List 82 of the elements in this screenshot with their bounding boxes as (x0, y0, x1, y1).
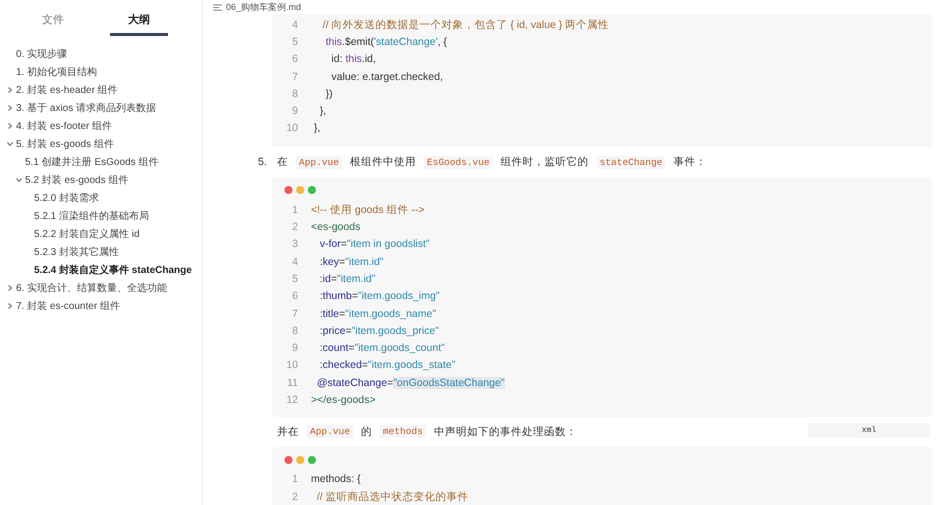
line-number: 9 (291, 105, 298, 118)
outline-item[interactable]: 5. 封装 es-goods 组件 (16, 137, 114, 151)
outline-item[interactable]: 3. 基于 axios 请求商品列表数据 (16, 101, 156, 115)
code-line: :thumb="item.goods_img" (318, 290, 440, 302)
code-line: }, (312, 122, 320, 134)
outline-item[interactable]: 5.2 封装 es-goods 组件 (25, 173, 128, 187)
chevron-icon[interactable] (6, 104, 14, 112)
paragraph-text: 中声明如下的事件处理函数： (434, 424, 577, 439)
paragraph-text: 根组件中使用 (350, 155, 416, 170)
sidebar-tab[interactable]: 大纲 (110, 10, 168, 36)
line-number: 5 (291, 272, 298, 285)
paragraph-text: 在 (277, 155, 288, 170)
chevron-icon[interactable] (6, 122, 14, 130)
inline-code: EsGoods.vue (424, 156, 493, 169)
line-number: 2 (291, 221, 298, 234)
outline-item[interactable]: 4. 封装 es-footer 组件 (16, 119, 112, 133)
outline-item[interactable]: 2. 封装 es-header 组件 (16, 83, 118, 97)
outline-item[interactable]: 1. 初始化项目结构 (16, 65, 98, 79)
code-line: :id="item.id" (318, 272, 376, 285)
code-line: :count="item.goods_count" (318, 342, 445, 354)
code-line: // 监听商品选中状态变化的事件 (316, 490, 469, 504)
paragraph-text: 并在 (277, 424, 299, 439)
line-number: 10 (285, 359, 298, 372)
code-line: }) (324, 88, 333, 100)
line-number: 6 (291, 290, 298, 302)
line-number: 4 (291, 18, 298, 31)
code-line: value: e.target.checked, (330, 70, 443, 83)
line-number: 8 (291, 88, 298, 100)
line-number: 10 (285, 122, 298, 134)
code-line: :title="item.goods_name" (318, 308, 436, 320)
chevron-icon[interactable] (6, 86, 14, 94)
line-number: 11 (286, 376, 298, 389)
outline-item[interactable]: 5.2.3 封装其它属性 (34, 245, 120, 259)
code-line: // 向外发送的数据是一个对象，包含了 { id, value } 两个属性 (322, 18, 610, 32)
paragraph-text: 组件时，监听它的 (500, 155, 589, 170)
line-number: 9 (291, 342, 298, 354)
list-number: 5. (258, 156, 267, 168)
inline-code: App.vue (307, 425, 353, 438)
sidebar-tab[interactable]: 文件 (24, 10, 82, 36)
line-number: 1 (291, 204, 298, 216)
line-number: 4 (291, 256, 298, 268)
chevron-icon[interactable] (6, 302, 14, 310)
chevron-icon[interactable] (6, 140, 14, 148)
line-number: 7 (291, 70, 298, 83)
language-label[interactable]: xml (808, 422, 930, 438)
code-line: ></es-goods> (311, 394, 376, 406)
code-line: @stateChange="onGoodsStateChange" (316, 376, 505, 389)
line-number: 2 (291, 490, 298, 503)
outline-item[interactable]: 6. 实现合计、结算数量、全选功能 (16, 281, 168, 295)
line-number: 1 (291, 473, 298, 486)
document-title: 06_购物车案例.md (226, 0, 302, 14)
inline-code: methods (380, 425, 426, 438)
outline-item[interactable]: 5.1 创建并注册 EsGoods 组件 (25, 155, 158, 169)
code-line: v-for="item in goodslist" (318, 238, 430, 250)
chevron-icon[interactable] (15, 176, 23, 184)
code-line: <!-- 使用 goods 组件 --> (311, 202, 424, 217)
line-number: 12 (285, 394, 298, 406)
chevron-icon[interactable] (6, 284, 14, 292)
outline-item[interactable]: 5.2.1 渲染组件的基础布局 (34, 209, 150, 223)
code-line: :key="item.id" (318, 256, 384, 268)
outline-item[interactable]: 5.2.2 封装自定义属性 id (34, 227, 140, 241)
outline-item[interactable]: 5.2.0 封装需求 (34, 191, 100, 205)
outline-item[interactable]: 5.2.4 封装自定义事件 stateChange (34, 263, 192, 277)
inline-code: stateChange (596, 156, 666, 169)
code-line: }, (318, 105, 326, 118)
code-line: methods: { (311, 473, 361, 486)
code-line: id: this.id, (330, 53, 376, 66)
outline-item[interactable]: 0. 实现步骤 (16, 47, 68, 61)
code-line: :checked="item.goods_state" (318, 359, 456, 372)
inline-code: App.vue (296, 156, 342, 169)
line-number: 7 (291, 308, 298, 320)
code-line: this.$emit('stateChange', { (324, 36, 447, 48)
outline-item[interactable]: 7. 封装 es-counter 组件 (16, 299, 120, 313)
code-line: <es-goods (311, 221, 360, 234)
line-number: 5 (291, 36, 298, 48)
code-line: :price="item.goods_price" (318, 324, 439, 337)
line-number: 8 (291, 324, 298, 337)
line-number: 3 (291, 238, 298, 250)
menu-icon[interactable] (213, 4, 222, 10)
paragraph-text: 事件： (673, 155, 706, 170)
paragraph-text: 的 (360, 424, 372, 439)
line-number: 6 (291, 53, 298, 66)
